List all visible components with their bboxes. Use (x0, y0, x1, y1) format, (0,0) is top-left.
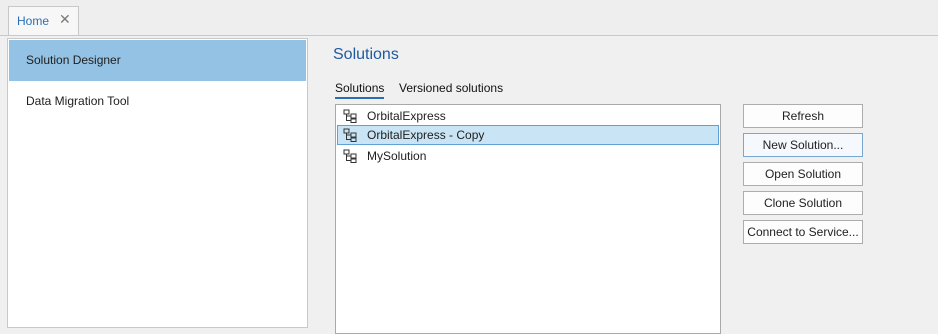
solution-list[interactable]: OrbitalExpress OrbitalExpress - Copy MyS… (335, 104, 721, 334)
tab-home[interactable]: Home ✕ (8, 6, 79, 35)
nav-item-label: Solution Designer (26, 53, 121, 67)
tab-home-label: Home (17, 14, 50, 28)
list-item[interactable]: OrbitalExpress - Copy (337, 125, 719, 145)
solution-name: MySolution (367, 149, 427, 163)
solution-tree-icon (343, 149, 357, 163)
solution-name: OrbitalExpress - Copy (367, 128, 485, 142)
refresh-button[interactable]: Refresh (743, 104, 863, 128)
document-tab-strip: Home ✕ (0, 0, 938, 36)
close-icon[interactable]: ✕ (59, 11, 71, 28)
list-item[interactable]: OrbitalExpress (337, 106, 719, 126)
nav-item-data-migration-tool[interactable]: Data Migration Tool (9, 81, 306, 122)
clone-solution-button[interactable]: Clone Solution (743, 191, 863, 215)
connect-to-service-button[interactable]: Connect to Service... (743, 220, 863, 244)
solution-name: OrbitalExpress (367, 109, 446, 123)
list-item[interactable]: MySolution (337, 146, 719, 166)
tab-versioned-solutions[interactable]: Versioned solutions (399, 81, 503, 95)
solution-tree-icon (343, 109, 357, 123)
new-solution-button[interactable]: New Solution... (743, 133, 863, 157)
nav-item-label: Data Migration Tool (26, 94, 130, 108)
open-solution-button[interactable]: Open Solution (743, 162, 863, 186)
page-title: Solutions (333, 46, 399, 63)
tab-solutions[interactable]: Solutions (335, 81, 385, 99)
navigation-panel: Solution Designer Data Migration Tool (7, 38, 308, 328)
nav-item-solution-designer[interactable]: Solution Designer (9, 40, 306, 81)
solution-tree-icon (343, 128, 357, 142)
